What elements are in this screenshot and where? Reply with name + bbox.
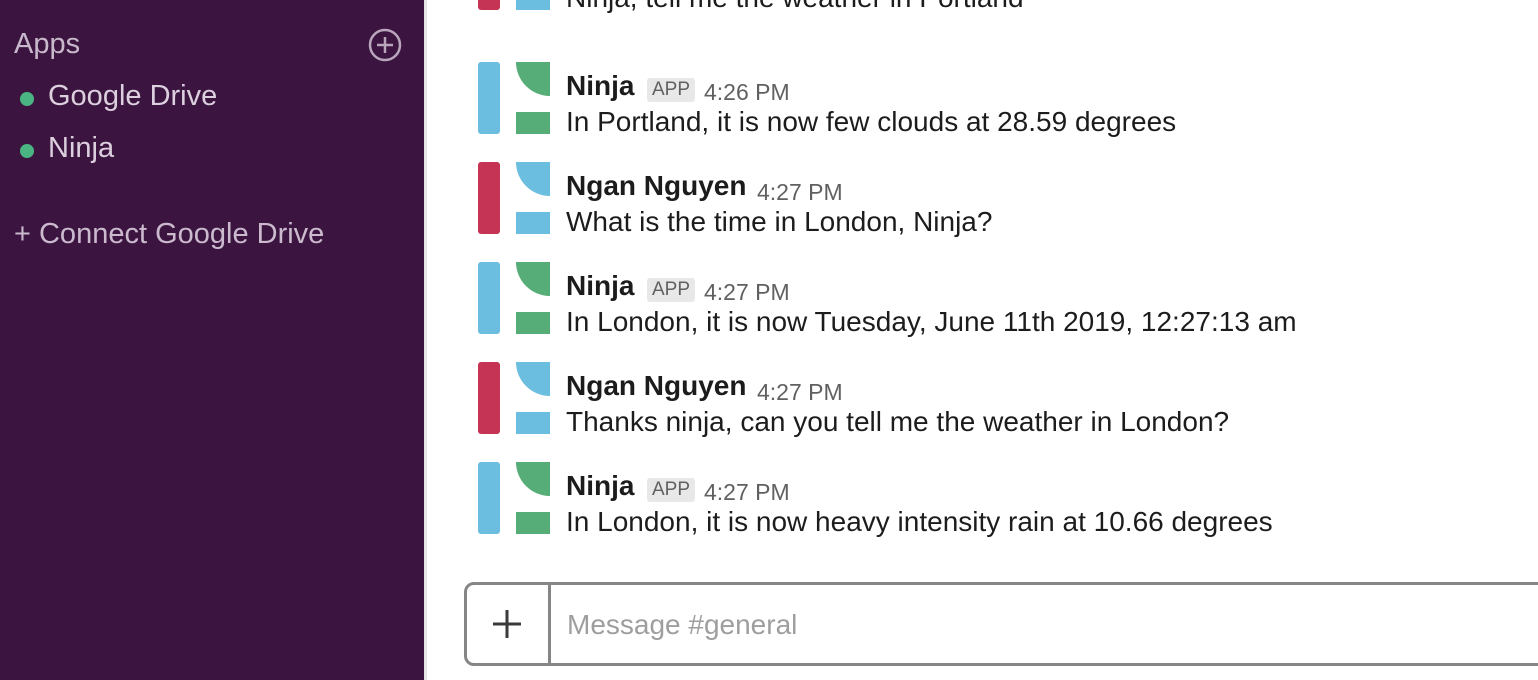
message-item: Ninja APP 4:27 PM In London, it is now h… — [427, 462, 1538, 554]
message-pane: Ninja, tell me the weather in Portland N… — [427, 0, 1538, 680]
apps-section-title[interactable]: Apps — [14, 28, 80, 61]
app-badge: APP — [647, 78, 696, 102]
sidebar-item-label: Google Drive — [48, 80, 218, 112]
message-composer — [464, 582, 1538, 666]
message-timestamp[interactable]: 4:26 PM — [704, 79, 790, 106]
sidebar: Apps Google Drive Ninja + Connect Google… — [0, 0, 424, 680]
message-text: Thanks ninja, can you tell me the weathe… — [566, 406, 1230, 437]
user-avatar-icon[interactable] — [478, 162, 552, 234]
message-timestamp[interactable]: 4:27 PM — [757, 379, 843, 406]
attach-button[interactable] — [467, 585, 551, 663]
sidebar-item-ninja[interactable]: Ninja — [14, 132, 394, 168]
online-status-icon — [20, 144, 34, 158]
message-item: Ninja APP 4:27 PM In London, it is now T… — [427, 262, 1538, 354]
message-author[interactable]: Ninja — [566, 270, 634, 302]
message-author[interactable]: Ninja — [566, 70, 634, 102]
sidebar-item-google-drive[interactable]: Google Drive — [14, 80, 394, 116]
message-author[interactable]: Ngan Nguyen — [566, 370, 746, 402]
message-text: In London, it is now Tuesday, June 11th … — [566, 306, 1297, 337]
message-item: Ninja APP 4:26 PM In Portland, it is now… — [427, 62, 1538, 154]
add-app-icon[interactable] — [368, 28, 402, 62]
app-badge: APP — [647, 278, 696, 302]
plus-icon — [493, 610, 521, 638]
message-text: In London, it is now heavy intensity rai… — [566, 506, 1273, 537]
message-text: What is the time in London, Ninja? — [566, 206, 993, 237]
apps-section-header: Apps — [14, 28, 402, 64]
message-timestamp[interactable]: 4:27 PM — [757, 179, 843, 206]
user-avatar-icon[interactable] — [478, 362, 552, 434]
bot-avatar-icon[interactable] — [478, 462, 552, 534]
sidebar-item-label: Ninja — [48, 132, 115, 164]
user-avatar-icon[interactable] — [478, 0, 552, 10]
connect-google-drive-link[interactable]: + Connect Google Drive — [14, 218, 324, 251]
message-text: Ninja, tell me the weather in Portland — [566, 0, 1024, 14]
message-input[interactable] — [565, 599, 1469, 651]
message-author[interactable]: Ngan Nguyen — [566, 170, 746, 202]
message-timestamp[interactable]: 4:27 PM — [704, 479, 790, 506]
message-author[interactable]: Ninja — [566, 470, 634, 502]
bot-avatar-icon[interactable] — [478, 62, 552, 134]
message-text: In Portland, it is now few clouds at 28.… — [566, 106, 1177, 137]
message-item: Ngan Nguyen 4:27 PM Thanks ninja, can yo… — [427, 362, 1538, 454]
message-item: Ninja, tell me the weather in Portland — [427, 0, 1538, 30]
online-status-icon — [20, 92, 34, 106]
app-badge: APP — [647, 478, 696, 502]
message-timestamp[interactable]: 4:27 PM — [704, 279, 790, 306]
message-item: Ngan Nguyen 4:27 PM What is the time in … — [427, 162, 1538, 254]
bot-avatar-icon[interactable] — [478, 262, 552, 334]
